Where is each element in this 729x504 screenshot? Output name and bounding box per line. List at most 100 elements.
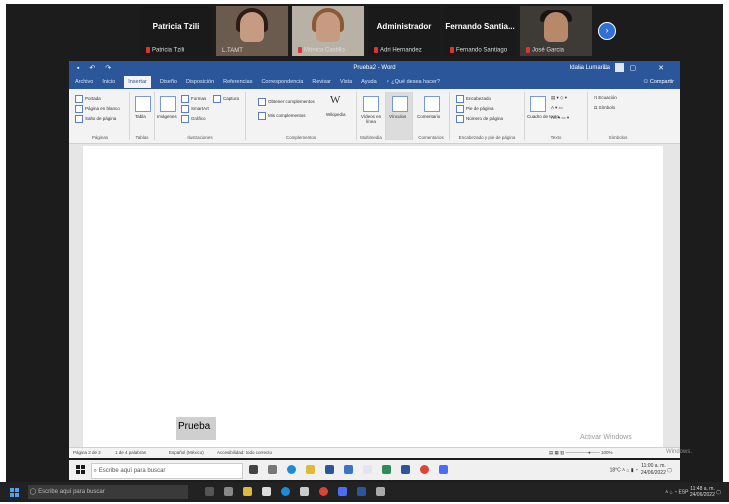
participant-tile[interactable]: Administrador Adri Hernandez [368, 6, 440, 56]
text-box-icon[interactable] [530, 96, 546, 112]
group-vinculos: Vínculos [386, 92, 413, 140]
table-button[interactable]: Tabla [135, 114, 146, 119]
wikipedia-icon[interactable]: W [330, 94, 340, 106]
accessibility-status[interactable]: Accesibilidad: todo correcto [217, 450, 272, 455]
comment-icon[interactable] [424, 96, 440, 112]
mail-icon[interactable] [300, 487, 309, 496]
online-video-icon[interactable] [363, 96, 379, 112]
tab-disposicion[interactable]: Disposición [186, 79, 214, 85]
participant-tile[interactable]: José Garcia [520, 6, 592, 56]
tab-inicio[interactable]: Inicio [102, 79, 115, 85]
status-bar: Página 2 de 2 1 de 4 palabras Español (M… [69, 447, 680, 458]
images-button[interactable]: Imágenes [157, 114, 177, 119]
file-explorer-icon[interactable] [306, 465, 315, 474]
wikipedia-button[interactable]: Wikipedia [326, 112, 346, 117]
word-icon[interactable] [357, 487, 366, 496]
participant-label: Fernando Santiago [456, 48, 508, 54]
language[interactable]: Español (México) [169, 450, 204, 455]
search-icon: ⌕ [92, 468, 99, 474]
taskbar-search[interactable]: ⌕ Escribe aquí para buscar [91, 463, 243, 479]
edge-icon[interactable] [281, 487, 290, 496]
wordart-icon[interactable]: A ▾ ▭ [551, 105, 563, 111]
screenshot-button[interactable]: Captura [213, 95, 239, 103]
border-left [0, 0, 6, 504]
participant-tile[interactable]: Fernando Santia... Fernando Santiago [444, 6, 516, 56]
symbol-button[interactable]: Ω Símbolo [594, 105, 615, 110]
page-count[interactable]: Página 2 de 2 [73, 450, 101, 455]
image-icon[interactable] [160, 96, 176, 112]
comment-button[interactable]: Comentario [417, 114, 440, 119]
addins-icon [258, 112, 266, 120]
store-icon[interactable] [325, 465, 334, 474]
edge-icon[interactable] [287, 465, 296, 474]
store-icon[interactable] [262, 487, 271, 496]
tab-correspondencia[interactable]: Correspondencia [261, 79, 303, 85]
teams-icon[interactable] [439, 465, 448, 474]
portada-button[interactable]: Portada [75, 95, 101, 103]
drop-cap-icon[interactable]: A≡ ▾ ▭ ▾ [551, 115, 569, 121]
get-addins-button[interactable]: Obtener complementos [258, 98, 315, 106]
view-buttons[interactable]: ▤ ▦ ▥ —————●—— 100% [549, 450, 612, 456]
tab-diseno[interactable]: Diseño [160, 79, 177, 85]
excel-icon[interactable] [382, 465, 391, 474]
tab-revisar[interactable]: Revisar [312, 79, 331, 85]
link-icon[interactable] [392, 96, 408, 112]
blank-page-button[interactable]: Página en blanco [75, 105, 120, 113]
teams-icon[interactable] [338, 487, 347, 496]
participant-name: Fernando Santia... [445, 22, 515, 31]
task-view-icon[interactable] [205, 487, 214, 496]
tab-insertar[interactable]: Insertar [124, 76, 151, 88]
smartart-button[interactable]: SmartArt [181, 105, 209, 113]
tab-archivo[interactable]: Archivo [75, 79, 93, 85]
chevron-right-icon[interactable]: › [598, 22, 616, 40]
participant-tile[interactable]: L.TAMT [216, 6, 288, 56]
page-number-button[interactable]: Número de página [456, 115, 503, 123]
ribbon-tabs: Archivo Inicio Insertar Diseño Disposici… [69, 75, 680, 89]
windows-start-icon[interactable] [76, 465, 85, 474]
quick-parts-icon[interactable]: ▤ ▾ ◇ ▾ [551, 95, 567, 101]
taskbar-apps [205, 487, 385, 496]
clock-time: 11:00 a. m. [641, 463, 666, 469]
my-addins-button[interactable]: Mis complementos [258, 112, 306, 120]
widgets-icon[interactable] [224, 487, 233, 496]
word-icon[interactable] [401, 465, 410, 474]
app-icon[interactable] [363, 465, 372, 474]
windows-start-icon[interactable] [10, 488, 19, 497]
chrome-icon[interactable] [420, 465, 429, 474]
group-ilustraciones: Imágenes Formas SmartArt Gráfico Captura… [155, 92, 246, 140]
document-page[interactable]: Prueba [83, 146, 663, 448]
participant-label: L.TAMT [222, 48, 243, 54]
word-count[interactable]: 1 de 4 palabras [115, 450, 146, 455]
shapes-button[interactable]: Formas [181, 95, 206, 103]
mic-muted-icon [450, 47, 454, 54]
selected-text[interactable]: Prueba [176, 417, 217, 440]
group-label: Páginas [91, 135, 109, 140]
mail-icon[interactable] [344, 465, 353, 474]
table-icon[interactable] [135, 96, 151, 112]
tab-vista[interactable]: Vista [340, 79, 352, 85]
header-button[interactable]: Encabezado [456, 95, 491, 103]
participant-tile[interactable]: Patricia Tzili Patricia Tzili [140, 6, 212, 56]
share-button[interactable]: ⚇ Compartir [643, 79, 674, 85]
participant-tile[interactable]: Mónica Castillo [292, 6, 364, 56]
online-video-button[interactable]: Vídeos en línea [360, 114, 382, 124]
taskbar-search[interactable]: ◯ Escribe aquí para buscar [28, 485, 188, 499]
title-bar: ▪ ↶ ↷ Prueba2 - Word Idalia Lumarilla ▫ … [69, 61, 680, 75]
participant-label: Adri Hernandez [380, 48, 422, 54]
equation-button[interactable]: π Ecuación [594, 95, 617, 100]
page-break-button[interactable]: Salto de página [75, 115, 116, 123]
chart-button[interactable]: Gráfico [181, 115, 206, 123]
task-view-icon[interactable] [249, 465, 258, 474]
file-explorer-icon[interactable] [243, 487, 252, 496]
tell-me-search[interactable]: ♀ ¿Qué desea hacer? [386, 79, 440, 85]
app-icon[interactable] [376, 487, 385, 496]
system-tray[interactable]: 18°C ˄ ⌂ ▮ ◔ 11:00 a. m. 24/06/2022 ▢ [610, 463, 672, 477]
window-controls[interactable]: ▫ – ▢ ✕ [579, 64, 674, 72]
system-tray[interactable]: ˄ ⌂ ◔ ESP 11:48 a. m. 24/06/2022 ▢ [665, 486, 721, 498]
chrome-icon[interactable] [319, 487, 328, 496]
widgets-icon[interactable] [268, 465, 277, 474]
tab-ayuda[interactable]: Ayuda [361, 79, 377, 85]
tab-referencias[interactable]: Referencias [223, 79, 252, 85]
footer-button[interactable]: Pie de página [456, 105, 494, 113]
links-button[interactable]: Vínculos [389, 114, 406, 119]
